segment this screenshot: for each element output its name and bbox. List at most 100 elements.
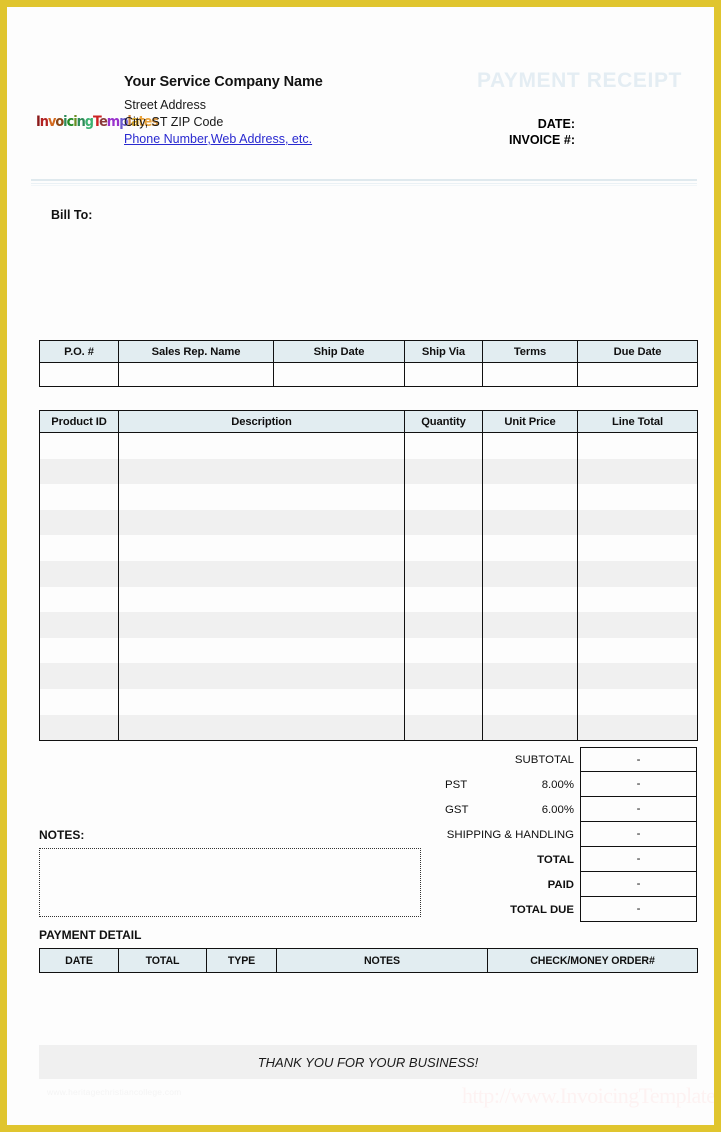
- item-cell-product-id[interactable]: [39, 560, 119, 587]
- item-cell-quantity[interactable]: [404, 714, 483, 742]
- table-row: [39, 458, 698, 485]
- invoicing-templates-logo: InvoicingTemplates: [36, 111, 159, 133]
- item-cell-product-id[interactable]: [39, 714, 119, 742]
- item-cell-line-total[interactable]: [577, 560, 698, 587]
- item-cell-description[interactable]: [118, 612, 405, 638]
- info-cell-ship-via[interactable]: [404, 362, 483, 387]
- item-cell-description[interactable]: [118, 509, 405, 536]
- item-cell-product-id[interactable]: [39, 637, 119, 664]
- item-cell-unit-price[interactable]: [482, 432, 578, 459]
- item-cell-description[interactable]: [118, 714, 405, 742]
- tax-rate-value[interactable]: 8.00%: [542, 779, 574, 791]
- logo-letter: n: [76, 114, 86, 130]
- totals-label: TOTAL DUE: [510, 903, 574, 916]
- item-cell-quantity[interactable]: [404, 586, 483, 613]
- item-cell-product-id[interactable]: [39, 484, 119, 510]
- item-cell-description[interactable]: [118, 560, 405, 587]
- item-cell-unit-price[interactable]: [482, 535, 578, 561]
- item-cell-product-id[interactable]: [39, 586, 119, 613]
- payment-header-cell: CHECK/MONEY ORDER#: [487, 948, 698, 973]
- totals-row: PAID -: [417, 872, 697, 897]
- item-cell-description[interactable]: [118, 688, 405, 715]
- item-cell-line-total[interactable]: [577, 535, 698, 561]
- item-cell-quantity[interactable]: [404, 484, 483, 510]
- item-cell-product-id[interactable]: [39, 535, 119, 561]
- info-cell-sales-rep[interactable]: [118, 362, 274, 387]
- invoice-page: InvoicingTemplates Your Service Company …: [0, 0, 721, 1132]
- item-cell-unit-price[interactable]: [482, 714, 578, 742]
- item-cell-line-total[interactable]: [577, 432, 698, 459]
- table-row: [39, 432, 698, 459]
- table-row: [39, 560, 698, 587]
- item-cell-quantity[interactable]: [404, 663, 483, 689]
- item-cell-description[interactable]: [118, 637, 405, 664]
- logo-letter: e: [99, 114, 108, 130]
- info-cell-ship-date[interactable]: [273, 362, 405, 387]
- item-cell-quantity[interactable]: [404, 432, 483, 459]
- item-cell-quantity[interactable]: [404, 458, 483, 485]
- item-cell-description[interactable]: [118, 535, 405, 561]
- items-header-cell: Quantity: [404, 410, 483, 433]
- items-header-cell: Description: [118, 410, 405, 433]
- item-cell-product-id[interactable]: [39, 688, 119, 715]
- items-header-cell: Line Total: [577, 410, 698, 433]
- item-cell-product-id[interactable]: [39, 509, 119, 536]
- item-cell-line-total[interactable]: [577, 714, 698, 742]
- item-cell-product-id[interactable]: [39, 432, 119, 459]
- item-cell-unit-price[interactable]: [482, 484, 578, 510]
- item-cell-unit-price[interactable]: [482, 560, 578, 587]
- item-cell-unit-price[interactable]: [482, 612, 578, 638]
- table-row: [39, 612, 698, 638]
- totals-label: SHIPPING & HANDLING: [446, 828, 574, 841]
- logo-letter: v: [47, 114, 56, 130]
- info-header-cell: P.O. #: [39, 340, 119, 363]
- item-cell-quantity[interactable]: [404, 688, 483, 715]
- thank-you-banner: THANK YOU FOR YOUR BUSINESS!: [39, 1045, 697, 1079]
- item-cell-line-total[interactable]: [577, 586, 698, 613]
- item-cell-product-id[interactable]: [39, 663, 119, 689]
- info-header-cell: Due Date: [577, 340, 698, 363]
- item-cell-unit-price[interactable]: [482, 637, 578, 664]
- item-cell-product-id[interactable]: [39, 612, 119, 638]
- item-cell-line-total[interactable]: [577, 612, 698, 638]
- notes-input[interactable]: [39, 848, 421, 917]
- item-cell-unit-price[interactable]: [482, 458, 578, 485]
- item-cell-line-total[interactable]: [577, 509, 698, 536]
- item-cell-description[interactable]: [118, 484, 405, 510]
- item-cell-line-total[interactable]: [577, 663, 698, 689]
- table-row: [39, 484, 698, 510]
- item-cell-description[interactable]: [118, 432, 405, 459]
- tax-rate-value[interactable]: 6.00%: [542, 804, 574, 816]
- tax-name-label: PST: [445, 778, 468, 791]
- company-contact-link[interactable]: Phone Number,Web Address, etc.: [124, 132, 312, 146]
- item-cell-quantity[interactable]: [404, 535, 483, 561]
- info-cell-terms[interactable]: [482, 362, 578, 387]
- item-cell-description[interactable]: [118, 663, 405, 689]
- info-header-cell: Ship Via: [404, 340, 483, 363]
- item-cell-quantity[interactable]: [404, 612, 483, 638]
- item-cell-product-id[interactable]: [39, 458, 119, 485]
- item-cell-line-total[interactable]: [577, 458, 698, 485]
- item-cell-line-total[interactable]: [577, 484, 698, 510]
- item-cell-description[interactable]: [118, 458, 405, 485]
- totals-row: PST 8.00% -: [417, 772, 697, 797]
- item-cell-quantity[interactable]: [404, 509, 483, 536]
- item-cell-unit-price[interactable]: [482, 663, 578, 689]
- item-cell-line-total[interactable]: [577, 688, 698, 715]
- info-cell-po-number[interactable]: [39, 362, 119, 387]
- info-header-cell: Sales Rep. Name: [118, 340, 274, 363]
- item-cell-quantity[interactable]: [404, 637, 483, 664]
- item-cell-line-total[interactable]: [577, 637, 698, 664]
- totals-value: -: [580, 872, 697, 897]
- item-cell-unit-price[interactable]: [482, 586, 578, 613]
- item-cell-description[interactable]: [118, 586, 405, 613]
- item-cell-unit-price[interactable]: [482, 509, 578, 536]
- totals-value: -: [580, 797, 697, 822]
- item-cell-quantity[interactable]: [404, 560, 483, 587]
- line-items-table: Product ID Description Quantity Unit Pri…: [39, 410, 698, 742]
- totals-label: PST 8.00%: [417, 772, 580, 797]
- item-cell-unit-price[interactable]: [482, 688, 578, 715]
- info-cell-due-date[interactable]: [577, 362, 698, 387]
- totals-label: PAID: [547, 878, 574, 891]
- items-header-cell: Product ID: [39, 410, 119, 433]
